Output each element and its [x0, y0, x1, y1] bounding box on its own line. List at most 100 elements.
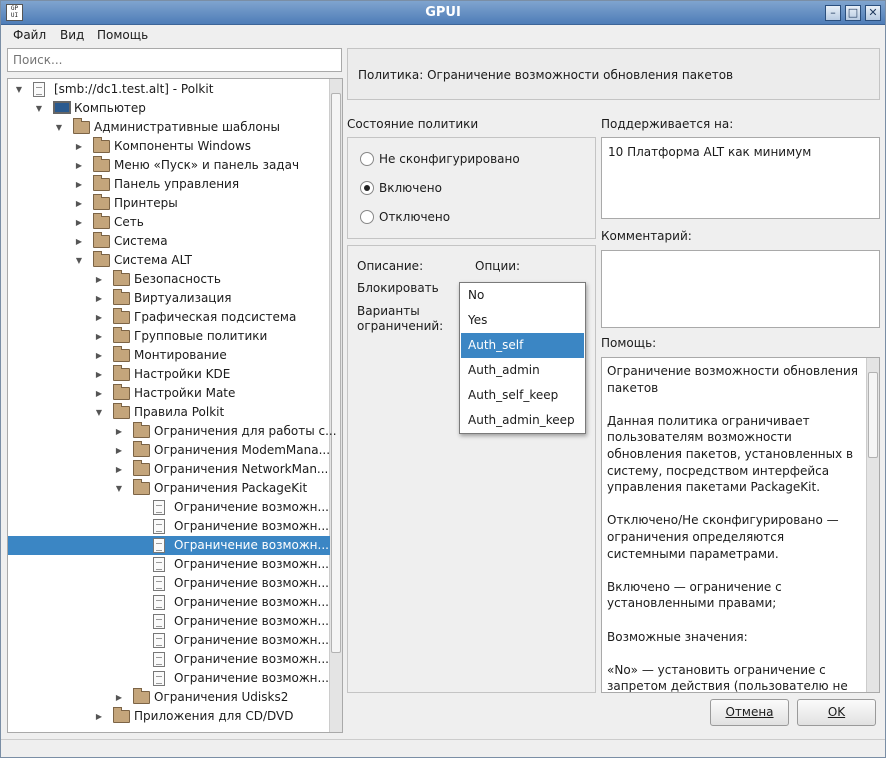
folder-icon [113, 308, 130, 324]
dropdown-option[interactable]: No [461, 283, 584, 308]
state-heading: Состояние политики [347, 117, 479, 131]
expand-down-icon[interactable]: ▼ [74, 251, 84, 270]
tree-row[interactable]: ▶ Панель управления [8, 175, 330, 194]
expand-right-icon[interactable]: ▶ [74, 137, 84, 156]
document-icon [153, 557, 165, 572]
expand-down-icon[interactable]: ▼ [114, 479, 124, 498]
expand-down-icon[interactable]: ▼ [94, 403, 104, 422]
menu-help[interactable]: Помощь [97, 28, 148, 42]
tree-row[interactable]: Ограничение возможн... [8, 517, 330, 536]
tree-row-label: Безопасность [134, 272, 221, 286]
dropdown-option[interactable]: Yes [461, 308, 584, 333]
tree-row[interactable]: ▶ Монтирование [8, 346, 330, 365]
tree-row[interactable]: Ограничение возможн... [8, 498, 330, 517]
expand-right-icon[interactable]: ▶ [94, 346, 104, 365]
variants-dropdown-list[interactable]: No Yes Auth_self Auth_admin Auth_self_keep Au… [459, 282, 586, 434]
radio-label-disabled[interactable]: Отключено [379, 210, 450, 224]
expand-right-icon[interactable]: ▶ [94, 289, 104, 308]
tree-row[interactable]: ▼ Административные шаблоны [8, 118, 330, 137]
radio-label-enabled[interactable]: Включено [379, 181, 442, 195]
help-panel[interactable]: Ограничение возможности обновления пакет… [601, 357, 880, 693]
folder-icon [93, 232, 110, 248]
ok-button[interactable]: OK [797, 699, 876, 726]
tree-row[interactable]: ▶ Ограничения NetworkMan... [8, 460, 330, 479]
tree-row[interactable]: ▼ Ограничения PackageKit [8, 479, 330, 498]
dropdown-option[interactable]: Auth_admin [461, 358, 584, 383]
tree-row[interactable]: ▶ Групповые политики [8, 327, 330, 346]
tree-row[interactable]: ▶ Виртуализация [8, 289, 330, 308]
tree-scrollbar[interactable] [329, 79, 342, 732]
cancel-button[interactable]: Отмена [710, 699, 789, 726]
menu-view[interactable]: Вид [60, 28, 84, 42]
tree-row-label: Правила Polkit [134, 405, 225, 419]
tree-row[interactable]: ▶ Безопасность [8, 270, 330, 289]
tree-row[interactable]: Ограничение возможн... [8, 574, 330, 593]
tree-row[interactable]: ▶ Графическая подсистема [8, 308, 330, 327]
expand-right-icon[interactable]: ▶ [94, 707, 104, 726]
expand-right-icon[interactable]: ▶ [94, 327, 104, 346]
search-input[interactable] [7, 48, 342, 72]
tree-row[interactable]: Ограничение возможн... [8, 555, 330, 574]
tree-row[interactable]: ▼ Система ALT [8, 251, 330, 270]
policy-tree[interactable]: ▼ [smb://dc1.test.alt] - Polkit ▼ Компьютер… [7, 78, 343, 733]
radio-disabled[interactable] [360, 210, 374, 224]
ok-button-label: OK [827, 705, 846, 719]
dropdown-option[interactable]: Auth_self [461, 333, 584, 358]
dropdown-option[interactable]: Auth_admin_keep [461, 408, 584, 433]
expand-right-icon[interactable]: ▶ [74, 232, 84, 251]
tree-row[interactable]: ▼ Компьютер [8, 99, 330, 118]
tree-row[interactable]: Ограничение возможн... [8, 631, 330, 650]
tree-row[interactable]: Ограничение возможн... [8, 593, 330, 612]
expand-right-icon[interactable]: ▶ [74, 194, 84, 213]
tree-row[interactable]: ▼ Правила Polkit [8, 403, 330, 422]
tree-row[interactable]: ▼ [smb://dc1.test.alt] - Polkit [8, 80, 330, 99]
tree-row[interactable]: ▶ Ограничения Udisks2 [8, 688, 330, 707]
tree-row[interactable]: Ограничение возможн... [8, 612, 330, 631]
comment-field[interactable] [601, 250, 880, 328]
tree-row[interactable]: ▶ Ограничения ModemMana... [8, 441, 330, 460]
expand-right-icon[interactable]: ▶ [94, 365, 104, 384]
tree-row[interactable]: ▶ Сеть [8, 213, 330, 232]
expand-right-icon[interactable]: ▶ [114, 441, 124, 460]
expand-down-icon[interactable]: ▼ [14, 80, 24, 99]
folder-icon [113, 365, 130, 381]
state-group: Не сконфигурировано Включено Отключено [347, 137, 596, 239]
tree-row[interactable]: ▶ Настройки Mate [8, 384, 330, 403]
tree-row[interactable]: ▶ Система [8, 232, 330, 251]
expand-right-icon[interactable]: ▶ [114, 422, 124, 441]
help-scrollbar-thumb[interactable] [868, 372, 878, 458]
menu-file[interactable]: Файл [13, 28, 46, 42]
expand-right-icon[interactable]: ▶ [74, 175, 84, 194]
document-icon [153, 652, 165, 667]
tree-row[interactable]: ▶ Меню «Пуск» и панель задач [8, 156, 330, 175]
minimize-icon[interactable]: – [825, 5, 841, 21]
tree-row[interactable]: Ограничение возможн... [8, 669, 330, 688]
tree-row[interactable]: ▶ Ограничения для работы с... [8, 422, 337, 441]
expand-right-icon[interactable]: ▶ [74, 156, 84, 175]
tree-row[interactable]: Ограничение возможн... [8, 650, 330, 669]
radio-not-configured[interactable] [360, 152, 374, 166]
close-icon[interactable]: ✕ [865, 5, 881, 21]
radio-label-not-configured[interactable]: Не сконфигурировано [379, 152, 520, 166]
expand-down-icon[interactable]: ▼ [34, 99, 44, 118]
dropdown-option[interactable]: Auth_self_keep [461, 383, 584, 408]
tree-scrollbar-thumb[interactable] [331, 93, 341, 653]
radio-enabled[interactable] [360, 181, 374, 195]
expand-right-icon[interactable]: ▶ [94, 308, 104, 327]
expand-right-icon[interactable]: ▶ [74, 213, 84, 232]
folder-icon [73, 118, 90, 134]
tree-row[interactable]: ▶ Принтеры [8, 194, 330, 213]
tree-row[interactable]: Ограничение возможн... [8, 536, 330, 555]
tree-row-label: Ограничения для работы с... [154, 424, 337, 438]
help-scrollbar[interactable] [866, 358, 879, 692]
tree-row[interactable]: ▶ Настройки KDE [8, 365, 330, 384]
expand-right-icon[interactable]: ▶ [114, 460, 124, 479]
expand-right-icon[interactable]: ▶ [94, 384, 104, 403]
expand-down-icon[interactable]: ▼ [54, 118, 64, 137]
title-bar[interactable]: GP UI GPUI – □ ✕ [1, 1, 885, 25]
expand-right-icon[interactable]: ▶ [114, 688, 124, 707]
expand-right-icon[interactable]: ▶ [94, 270, 104, 289]
tree-row[interactable]: ▶ Компоненты Windows [8, 137, 330, 156]
maximize-icon[interactable]: □ [845, 5, 861, 21]
tree-row[interactable]: ▶ Приложения для CD/DVD [8, 707, 330, 726]
